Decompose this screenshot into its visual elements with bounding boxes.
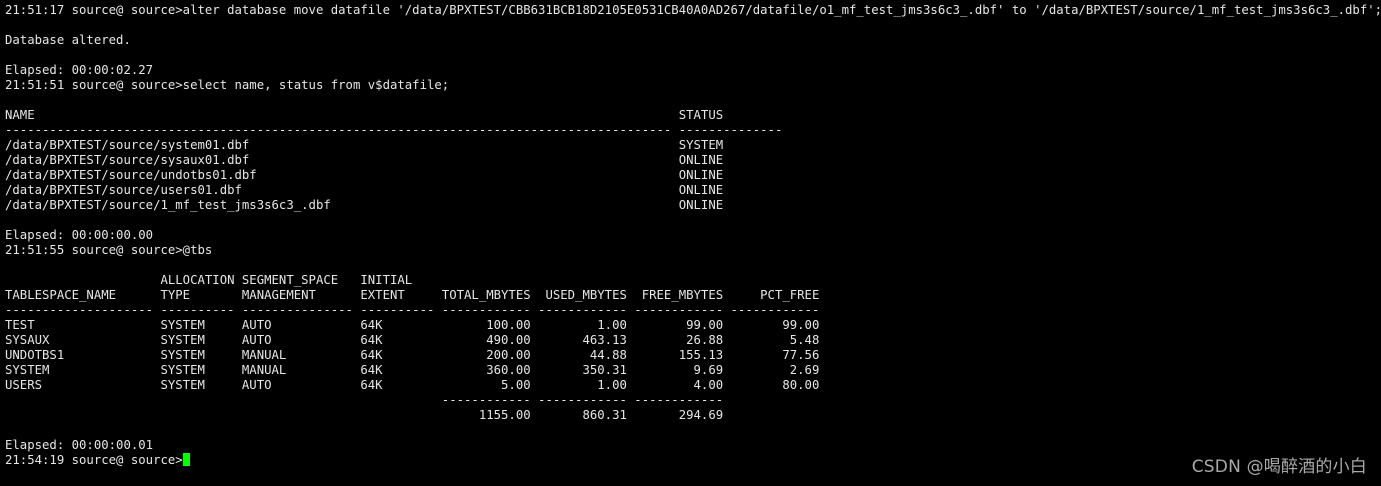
terminal-line: USERS SYSTEM AUTO 64K 5.00 1.00 4.00 80.… <box>5 378 820 392</box>
terminal-line: 21:51:17 source@ source>alter database m… <box>5 3 1381 17</box>
terminal-output: 21:51:17 source@ source>alter database m… <box>5 3 1381 468</box>
terminal-line: 21:51:51 source@ source>select name, sta… <box>5 78 450 92</box>
csdn-watermark: CSDN @喝醉酒的小白 <box>1191 457 1367 477</box>
terminal-line: SYSAUX SYSTEM AUTO 64K 490.00 463.13 26.… <box>5 333 820 347</box>
terminal-line: NAME STATUS <box>5 108 724 122</box>
terminal-line: ------------ ------------ ------------ <box>5 393 724 407</box>
terminal-line: /data/BPXTEST/source/users01.dbf ONLINE <box>5 183 724 197</box>
terminal-line: 21:51:55 source@ source>@tbs <box>5 243 213 257</box>
terminal-line: /data/BPXTEST/source/sysaux01.dbf ONLINE <box>5 153 724 167</box>
terminal-cursor <box>182 453 190 466</box>
terminal-line: Database altered. <box>5 33 131 47</box>
terminal-line: /data/BPXTEST/source/system01.dbf SYSTEM <box>5 138 724 152</box>
terminal-line: Elapsed: 00:00:02.27 <box>5 63 154 77</box>
terminal-line: SYSTEM SYSTEM MANUAL 64K 360.00 350.31 9… <box>5 363 820 377</box>
terminal-line: TABLESPACE_NAME TYPE MANAGEMENT EXTENT T… <box>5 288 820 302</box>
terminal-line: ALLOCATION SEGMENT_SPACE INITIAL <box>5 273 413 287</box>
terminal-prompt-line[interactable]: 21:54:19 source@ source> <box>5 453 1381 468</box>
terminal-prompt: 21:54:19 source@ source> <box>5 453 183 467</box>
terminal-line: -------------------- ---------- --------… <box>5 303 820 317</box>
terminal-line: UNDOTBS1 SYSTEM MANUAL 64K 200.00 44.88 … <box>5 348 820 362</box>
terminal-line: TEST SYSTEM AUTO 64K 100.00 1.00 99.00 9… <box>5 318 820 332</box>
terminal-line: /data/BPXTEST/source/1_mf_test_jms3s6c3_… <box>5 198 724 212</box>
terminal-line: ----------------------------------------… <box>5 123 783 137</box>
terminal-line: Elapsed: 00:00:00.00 <box>5 228 154 242</box>
terminal-window[interactable]: 21:51:17 source@ source>alter database m… <box>0 0 1381 486</box>
terminal-line: Elapsed: 00:00:00.01 <box>5 438 154 452</box>
terminal-line: /data/BPXTEST/source/undotbs01.dbf ONLIN… <box>5 168 724 182</box>
terminal-line: 1155.00 860.31 294.69 <box>5 408 724 422</box>
